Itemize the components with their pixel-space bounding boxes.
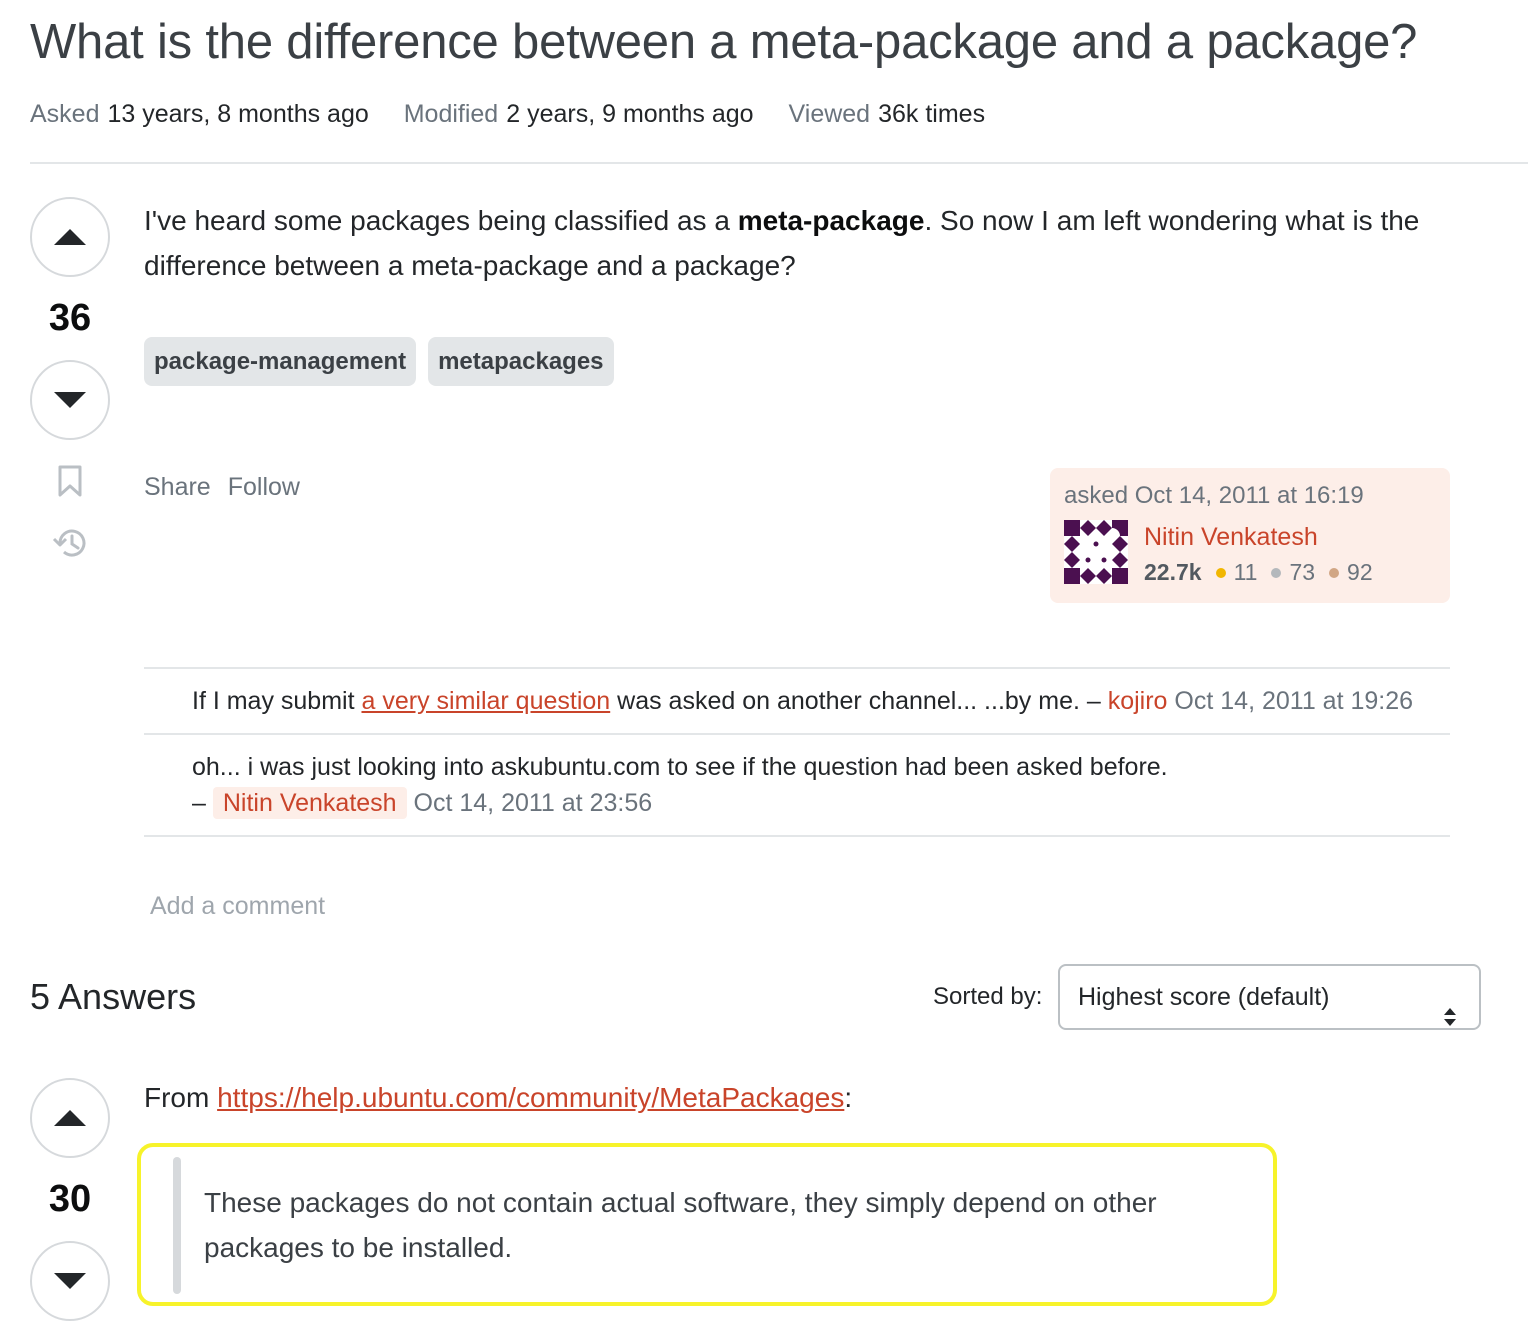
bronze-badge-icon xyxy=(1329,567,1340,578)
answer-downvote-button[interactable] xyxy=(30,1241,110,1321)
history-icon[interactable] xyxy=(52,525,90,566)
triangle-up-icon xyxy=(54,229,86,245)
sort-select[interactable]: Highest score (default) xyxy=(1058,964,1481,1030)
owner-asked-time[interactable]: asked Oct 14, 2011 at 16:19 xyxy=(1064,482,1364,510)
meta-viewed: Viewed 36k times xyxy=(789,100,986,128)
comment-user-link[interactable]: kojiro xyxy=(1108,687,1168,715)
question-meta: Asked 13 years, 8 months ago Modified 2 ye… xyxy=(30,100,1013,129)
answer-body-intro: From https://help.ubuntu.com/community/M… xyxy=(144,1082,852,1114)
comment-link[interactable]: a very similar question xyxy=(361,687,610,715)
bookmark-icon[interactable] xyxy=(57,465,83,502)
meta-asked-value: 13 years, 8 months ago xyxy=(107,100,369,128)
owner-stats: 22.7k 11 73 92 xyxy=(1144,559,1387,586)
answer-score: 30 xyxy=(48,1178,92,1220)
follow-link[interactable]: Follow xyxy=(228,473,300,502)
comment-user-link[interactable]: Nitin Venkatesh xyxy=(212,787,407,819)
gold-badge-count: 11 xyxy=(1233,559,1258,585)
sort-label: Sorted by: xyxy=(933,983,1043,1010)
comment-date[interactable]: Oct 14, 2011 at 19:26 xyxy=(1174,687,1413,715)
meta-modified-label: Modified xyxy=(403,100,499,128)
answer-intro-text: From xyxy=(144,1082,218,1113)
comment-list: If I may submit a very similar question … xyxy=(144,667,1450,837)
meta-viewed-label: Viewed xyxy=(788,100,871,128)
share-link[interactable]: Share xyxy=(144,473,211,502)
comment-text: was asked on another channel... ...by me… xyxy=(610,687,1108,715)
meta-asked: Asked 13 years, 8 months ago xyxy=(30,100,376,128)
gold-badge-icon xyxy=(1215,567,1226,578)
title-divider xyxy=(30,162,1528,164)
question-score: 36 xyxy=(48,297,92,339)
answer-upvote-button[interactable] xyxy=(30,1078,110,1158)
question-title[interactable]: What is the difference between a meta-pa… xyxy=(30,14,1417,70)
tag-metapackages[interactable]: metapackages xyxy=(428,337,614,386)
comment-item: oh... i was just looking into askubuntu.… xyxy=(144,735,1450,835)
answer-blockquote: These packages do not contain actual sof… xyxy=(204,1187,1157,1263)
meta-viewed-value: 36k times xyxy=(878,100,986,128)
answer-intro-colon: : xyxy=(844,1082,853,1113)
question-body: I've heard some packages being classifie… xyxy=(144,198,1434,288)
tag-package-management[interactable]: package-management xyxy=(144,337,417,386)
meta-asked-label: Asked xyxy=(30,100,100,128)
sort-arrows-icon xyxy=(1443,988,1457,1026)
add-comment-link[interactable]: Add a comment xyxy=(150,892,325,921)
question-body-bold: meta-package xyxy=(737,205,925,236)
comment-text: oh... i was just looking into askubuntu.… xyxy=(192,753,1168,781)
triangle-up-icon xyxy=(54,1110,86,1126)
sort-select-value: Highest score (default) xyxy=(1078,983,1330,1011)
blockquote-bar xyxy=(173,1157,181,1294)
owner-name-link[interactable]: Nitin Venkatesh xyxy=(1144,523,1318,552)
question-body-text-1: I've heard some packages being classifie… xyxy=(144,205,738,236)
question-upvote-button[interactable] xyxy=(30,197,110,277)
triangle-down-icon xyxy=(54,1273,86,1289)
owner-card: asked Oct 14, 2011 at 16:19 Nitin Venkat… xyxy=(1050,468,1450,603)
question-downvote-button[interactable] xyxy=(30,360,110,440)
avatar[interactable] xyxy=(1064,520,1128,584)
comment-dash: – xyxy=(192,789,206,817)
comment-divider xyxy=(144,835,1450,837)
answer-source-link[interactable]: https://help.ubuntu.com/community/MetaPa… xyxy=(217,1082,844,1113)
reputation-score: 22.7k xyxy=(1144,559,1202,585)
tag-list: package-management metapackages xyxy=(144,337,614,386)
bronze-badge-count: 92 xyxy=(1347,559,1373,585)
comment-date[interactable]: Oct 14, 2011 at 23:56 xyxy=(414,789,653,817)
triangle-down-icon xyxy=(54,392,86,408)
meta-modified: Modified 2 years, 9 months ago xyxy=(404,100,761,128)
silver-badge-icon xyxy=(1271,567,1282,578)
comment-text: If I may submit xyxy=(192,687,362,715)
post-menu: Share Follow xyxy=(144,473,300,502)
comment-item: If I may submit a very similar question … xyxy=(144,669,1450,733)
meta-modified-value[interactable]: 2 years, 9 months ago xyxy=(506,100,753,128)
silver-badge-count: 73 xyxy=(1289,559,1316,585)
answers-count-heading: 5 Answers xyxy=(30,976,197,1017)
